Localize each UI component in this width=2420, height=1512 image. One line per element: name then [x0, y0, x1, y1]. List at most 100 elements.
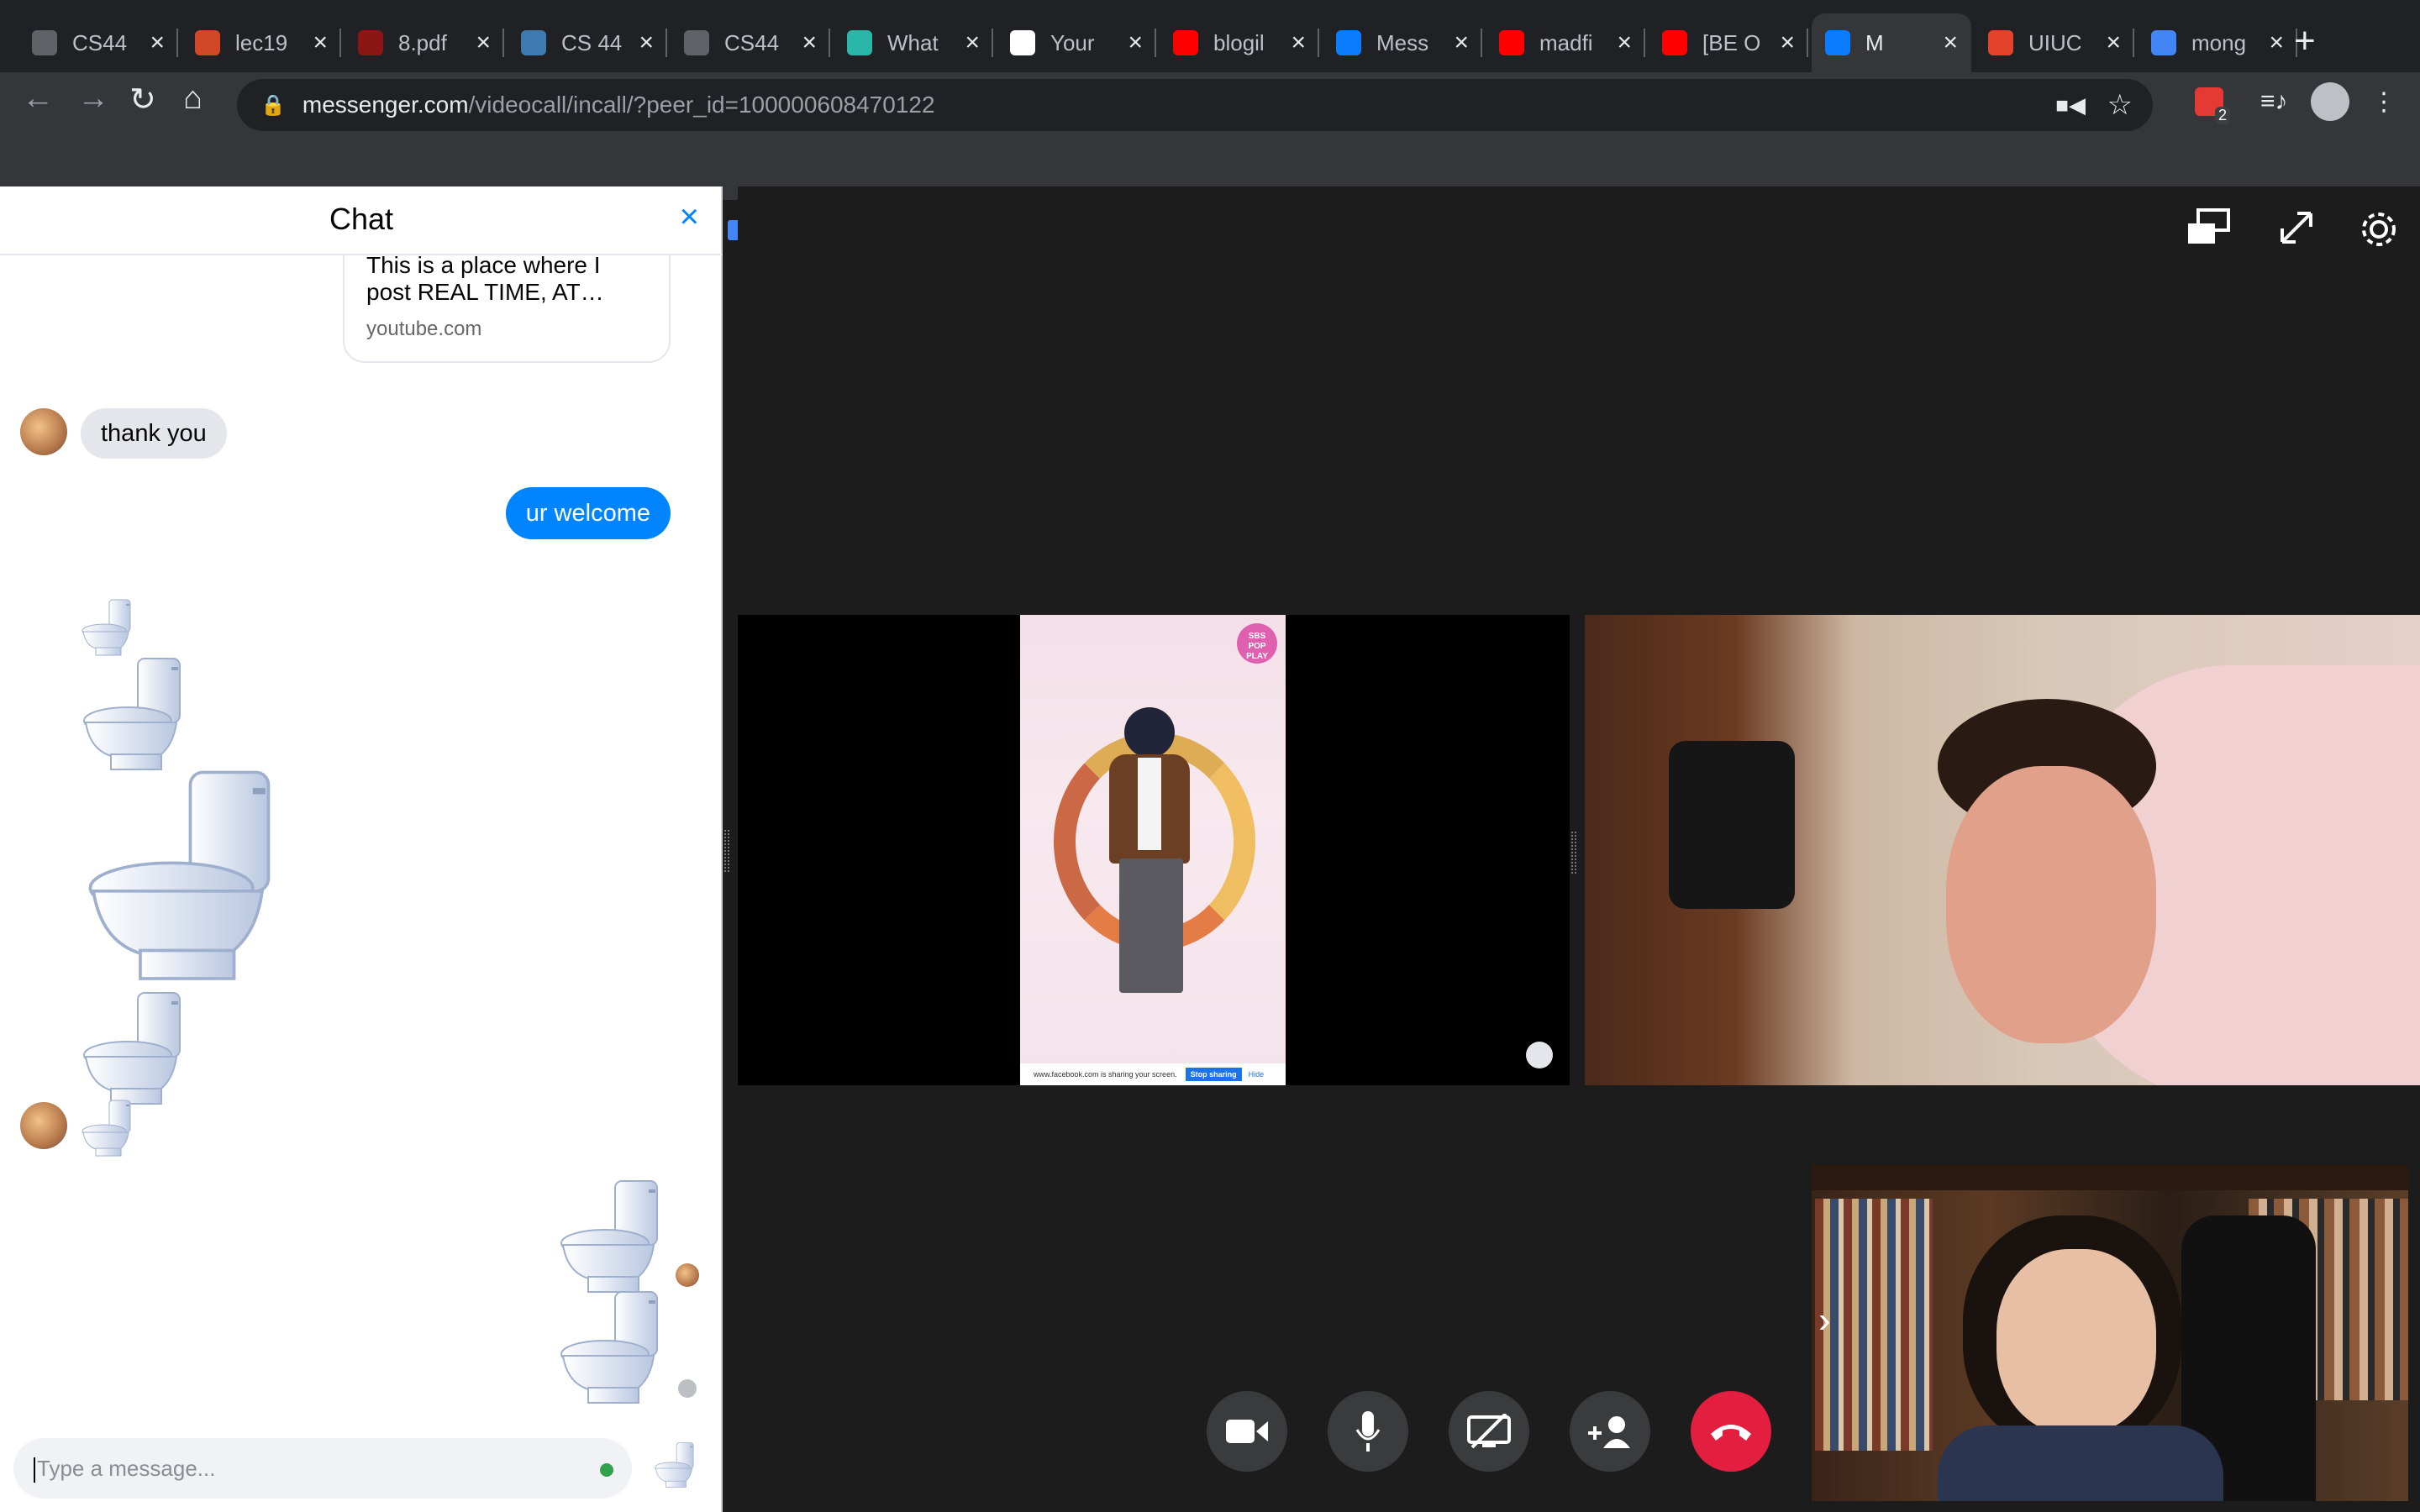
toilet-emoji[interactable] — [84, 766, 286, 984]
screen-share-notice-bar: www.facebook.com is sharing your screen.… — [1020, 1063, 1286, 1085]
camera-toggle-button[interactable] — [1207, 1391, 1287, 1472]
browser-tab[interactable]: Your × — [997, 13, 1156, 72]
browser-tab[interactable]: CS44 × — [18, 13, 178, 72]
link-preview-card[interactable]: This is a place where I post REAL TIME, … — [343, 252, 671, 363]
tile-resize-handle[interactable] — [1571, 832, 1576, 874]
browser-tab[interactable]: UIUC × — [1975, 13, 2134, 72]
profile-avatar[interactable] — [2311, 82, 2349, 121]
self-sweater — [1938, 1425, 2223, 1501]
close-tab-icon[interactable]: × — [313, 29, 328, 57]
chat-header: Chat × — [0, 186, 723, 255]
browser-tab[interactable]: 8.pdf × — [345, 13, 504, 72]
tab-title: CS 44 — [561, 29, 623, 55]
self-view-video[interactable]: › — [1812, 1165, 2408, 1501]
toilet-emoji[interactable] — [81, 655, 188, 773]
camera-in-use-icon[interactable]: ■◀ — [2055, 92, 2086, 118]
screen-share-tile[interactable]: SBS POP PLAY www.facebook.com is sharing y… — [738, 615, 1570, 1085]
pdf-icon — [358, 30, 383, 55]
tab-title: lec19 — [235, 29, 288, 55]
panel-resize-handle[interactable] — [724, 830, 729, 872]
close-tab-icon[interactable]: × — [639, 29, 654, 57]
chrome-menu-icon[interactable]: ⋮ — [2371, 87, 2396, 117]
mute-button[interactable] — [1328, 1391, 1408, 1472]
tab-strip: CS44 × lec19 × 8.pdf × CS 44 × CS44 × What × Your × bl… — [0, 0, 2420, 72]
home-icon[interactable]: ⌂ — [183, 81, 203, 117]
shared-screen-video: SBS POP PLAY www.facebook.com is sharing y… — [1020, 615, 1286, 1085]
close-icon[interactable]: × — [680, 198, 699, 236]
back-icon[interactable]: ← — [22, 81, 54, 117]
browser-tab[interactable]: mong × — [2138, 13, 2297, 72]
browser-tab[interactable]: [BE O × — [1649, 13, 1808, 72]
remote-participant-video[interactable] — [1585, 615, 2420, 1085]
github-icon — [1010, 30, 1035, 55]
browser-tab[interactable]: M × — [1812, 13, 1971, 72]
url-host: messenger.com — [302, 92, 469, 118]
stop-sharing-button[interactable]: Stop sharing — [1185, 1068, 1242, 1081]
sbs-popasia-logo: SBS POP PLAY — [1237, 623, 1277, 664]
close-tab-icon[interactable]: × — [1454, 29, 1469, 57]
send-sticker-toilet-icon[interactable] — [654, 1441, 696, 1494]
close-tab-icon[interactable]: × — [1128, 29, 1143, 57]
chat-title: Chat — [329, 202, 394, 236]
toilet-emoji[interactable] — [558, 1178, 666, 1295]
message-bubble-incoming[interactable]: thank you — [81, 408, 227, 459]
participant-face — [1946, 766, 2156, 1043]
close-tab-icon[interactable]: × — [2106, 29, 2121, 57]
hide-button[interactable]: Hide — [1249, 1070, 1265, 1079]
message-bubble-outgoing[interactable]: ur welcome — [505, 487, 671, 539]
close-tab-icon[interactable]: × — [802, 29, 817, 57]
avatar[interactable] — [20, 1102, 67, 1149]
address-bar[interactable]: 🔒 messenger.com /videocall/incall/?peer_… — [237, 79, 2153, 131]
bookmark-star-icon[interactable]: ☆ — [2107, 88, 2133, 122]
dancer-head — [1124, 707, 1175, 758]
toilet-emoji[interactable] — [81, 598, 134, 657]
tab-title: blogil — [1213, 29, 1265, 55]
picture-in-picture-icon[interactable] — [2185, 207, 2232, 249]
extension-badge-icon[interactable]: 2 — [2195, 87, 2230, 124]
toilet-emoji[interactable] — [558, 1289, 666, 1406]
sent-check-icon — [678, 1379, 697, 1398]
add-person-button[interactable] — [1570, 1391, 1650, 1472]
youtube-icon — [1173, 30, 1198, 55]
gitlab-icon — [1988, 30, 2013, 55]
toilet-emoji[interactable] — [81, 990, 188, 1107]
browser-toolbar: ← → ↻ ⌂ 🔒 messenger.com /videocall/incal… — [0, 72, 2420, 242]
end-call-button[interactable] — [1691, 1391, 1771, 1472]
close-tab-icon[interactable]: × — [1291, 29, 1306, 57]
browser-tab[interactable]: CS44 × — [671, 13, 830, 72]
screen-share-button[interactable] — [1449, 1391, 1529, 1472]
browser-tab[interactable]: Mess × — [1323, 13, 1482, 72]
fullscreen-icon[interactable] — [2275, 207, 2317, 249]
replit-icon — [847, 30, 872, 55]
youtube-icon — [1662, 30, 1687, 55]
browser-tab[interactable]: CS 44 × — [508, 13, 667, 72]
message-input[interactable]: Type a message... — [13, 1438, 632, 1499]
avatar[interactable] — [20, 408, 67, 455]
reload-icon[interactable]: ↻ — [129, 81, 156, 118]
media-control-icon[interactable]: ≡♪ — [2260, 87, 2288, 116]
close-tab-icon[interactable]: × — [1617, 29, 1632, 57]
tab-title: Your — [1050, 29, 1095, 55]
close-tab-icon[interactable]: × — [965, 29, 980, 57]
link-preview-title: This is a place where I post REAL TIME, … — [366, 252, 604, 305]
screen-share-indicator-icon — [1526, 1042, 1553, 1068]
extension-badge-count: 2 — [2214, 107, 2230, 124]
close-tab-icon[interactable]: × — [150, 29, 165, 57]
new-tab-button[interactable]: + — [2294, 20, 2316, 62]
close-tab-icon[interactable]: × — [1780, 29, 1795, 57]
toilet-emoji[interactable] — [81, 1099, 134, 1158]
browser-tab[interactable]: madfi × — [1486, 13, 1645, 72]
tab-title: UIUC — [2028, 29, 2082, 55]
close-tab-icon[interactable]: × — [1943, 29, 1958, 57]
close-tab-icon[interactable]: × — [2269, 29, 2284, 57]
browser-tab[interactable]: lec19 × — [182, 13, 341, 72]
self-face — [1996, 1249, 2156, 1434]
tab-title: CS44 — [72, 29, 128, 55]
browser-tab[interactable]: What × — [834, 13, 993, 72]
close-tab-icon[interactable]: × — [476, 29, 491, 57]
settings-gear-icon[interactable] — [2356, 207, 2402, 252]
forward-icon[interactable]: → — [77, 81, 109, 117]
browser-tab[interactable]: blogil × — [1160, 13, 1319, 72]
youtube-icon — [1499, 30, 1524, 55]
chevron-right-icon[interactable]: › — [1818, 1299, 1831, 1341]
